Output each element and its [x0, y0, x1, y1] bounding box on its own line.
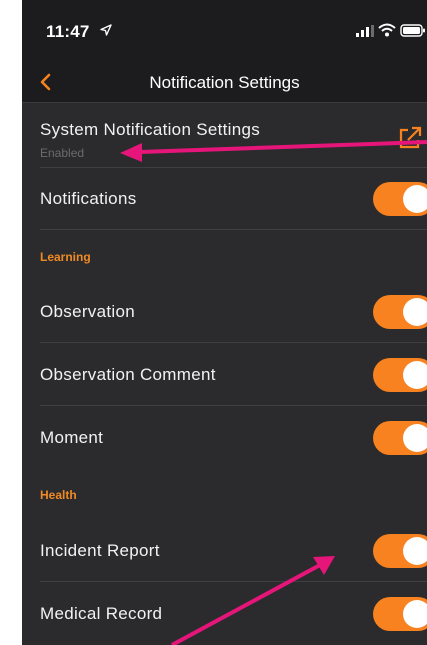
notifications-row: Notifications: [22, 168, 427, 230]
row-divider: [40, 229, 427, 230]
external-link-icon[interactable]: [397, 125, 423, 151]
moment-row: Moment: [22, 407, 427, 469]
medical-record-label: Medical Record: [40, 604, 163, 623]
location-arrow-icon: [100, 24, 112, 36]
toggle-knob: [403, 537, 427, 565]
toggle-knob: [403, 298, 427, 326]
observation-toggle[interactable]: [373, 295, 427, 329]
observation-comment-label: Observation Comment: [40, 365, 216, 384]
section-header-health: Health: [40, 488, 77, 502]
incident-report-row: Incident Report: [22, 520, 427, 582]
observation-comment-row: Observation Comment: [22, 344, 427, 406]
status-bar: 11:47: [22, 0, 427, 64]
battery-icon: [400, 24, 425, 37]
incident-report-label: Incident Report: [40, 541, 160, 560]
section-header-learning: Learning: [40, 250, 91, 264]
toggle-knob: [403, 424, 427, 452]
toggle-knob: [403, 185, 427, 213]
medical-record-toggle[interactable]: [373, 597, 427, 631]
system-notification-settings-row[interactable]: System Notification Settings Enabled: [22, 103, 427, 168]
observation-comment-toggle[interactable]: [373, 358, 427, 392]
row-divider: [40, 405, 427, 406]
cellular-signal-icon: [356, 25, 374, 37]
moment-label: Moment: [40, 428, 104, 447]
app-screen: 11:47 Notification Settings System Notif…: [22, 0, 427, 645]
observation-row: Observation: [22, 281, 427, 343]
wifi-icon: [378, 23, 396, 37]
moment-toggle[interactable]: [373, 421, 427, 455]
system-notification-status: Enabled: [40, 146, 85, 160]
page-title: Notification Settings: [149, 73, 300, 92]
row-divider: [40, 581, 427, 582]
toggle-knob: [403, 600, 427, 628]
medical-record-row: Medical Record: [22, 583, 427, 645]
observation-label: Observation: [40, 302, 135, 321]
incident-report-toggle[interactable]: [373, 534, 427, 568]
toggle-knob: [403, 361, 427, 389]
notifications-label: Notifications: [40, 189, 137, 208]
row-divider: [40, 342, 427, 343]
notifications-toggle[interactable]: [373, 182, 427, 216]
navigation-bar: Notification Settings: [22, 64, 427, 103]
system-notification-settings-label: System Notification Settings: [40, 120, 261, 139]
status-time: 11:47: [46, 22, 90, 41]
